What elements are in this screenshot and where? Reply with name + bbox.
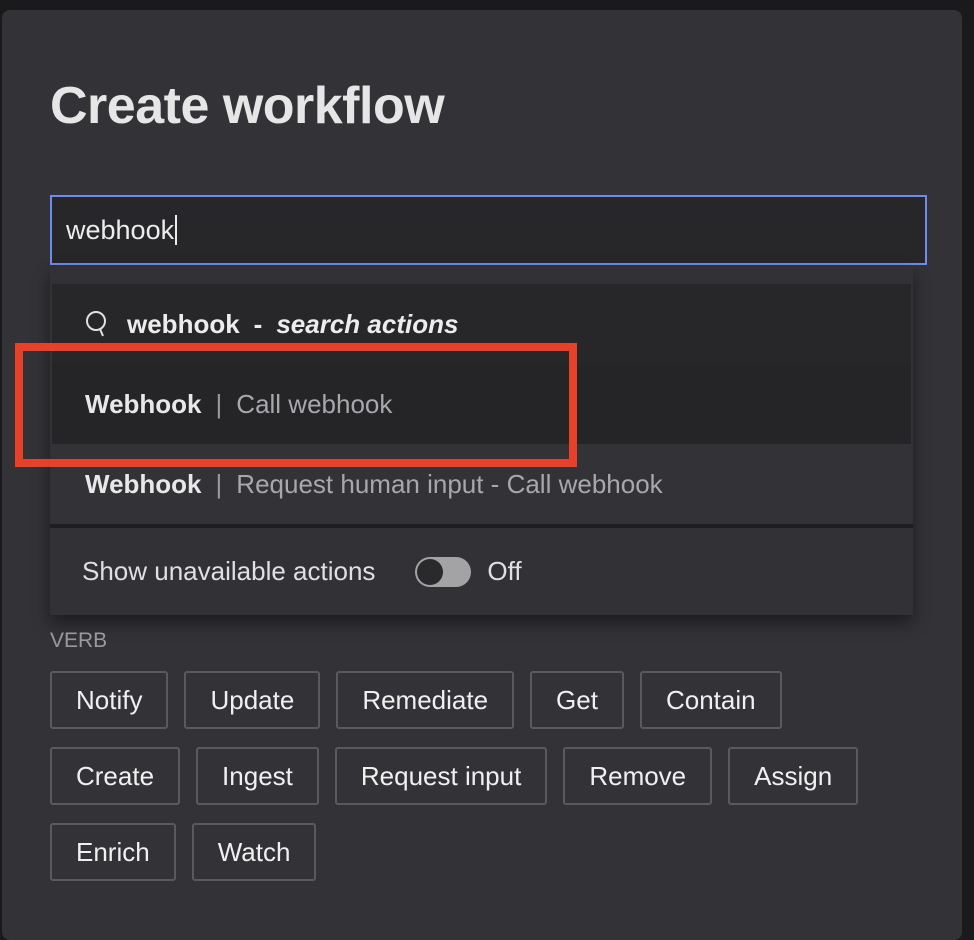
verb-get-button[interactable]: Get <box>530 671 624 729</box>
show-unavailable-label: Show unavailable actions <box>82 556 375 587</box>
search-input[interactable]: webhook <box>50 195 927 265</box>
verb-row: Notify Update Remediate Get Contain <box>50 671 782 729</box>
verb-row: Enrich Watch <box>50 823 316 881</box>
verb-create-button[interactable]: Create <box>50 747 180 805</box>
text-caret <box>175 215 177 245</box>
verb-ingest-button[interactable]: Ingest <box>196 747 319 805</box>
toggle-state: Off <box>487 556 521 587</box>
verb-notify-button[interactable]: Notify <box>50 671 168 729</box>
result-action: Request human input - Call webhook <box>236 469 662 500</box>
search-input-value: webhook <box>66 215 174 246</box>
search-separator: - <box>254 309 263 340</box>
verb-section-label: VERB <box>50 629 107 653</box>
verb-remove-button[interactable]: Remove <box>563 747 712 805</box>
verb-request-input-button[interactable]: Request input <box>335 747 547 805</box>
search-hint: search actions <box>276 309 458 340</box>
verb-remediate-button[interactable]: Remediate <box>336 671 514 729</box>
show-unavailable-toggle[interactable] <box>415 557 471 587</box>
search-icon <box>85 310 109 338</box>
divider: | <box>216 469 223 500</box>
toggle-knob <box>417 559 443 585</box>
page-title: Create workflow <box>50 76 444 136</box>
verb-assign-button[interactable]: Assign <box>728 747 858 805</box>
verb-enrich-button[interactable]: Enrich <box>50 823 176 881</box>
highlight-annotation-box <box>15 343 577 467</box>
verb-row: Create Ingest Request input Remove Assig… <box>50 747 858 805</box>
verb-watch-button[interactable]: Watch <box>192 823 317 881</box>
result-category: Webhook <box>85 469 202 500</box>
verb-contain-button[interactable]: Contain <box>640 671 782 729</box>
show-unavailable-footer: Show unavailable actions Off <box>50 528 913 615</box>
search-query: webhook <box>127 309 240 340</box>
verb-update-button[interactable]: Update <box>184 671 320 729</box>
